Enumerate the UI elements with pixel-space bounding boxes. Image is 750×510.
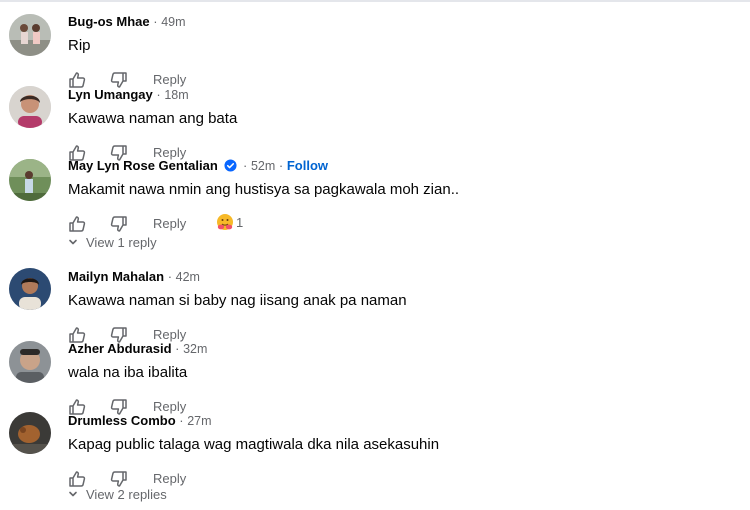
comment-text: wala na iba ibalita	[68, 364, 188, 381]
avatar[interactable]	[9, 341, 51, 383]
comment-text: Makamit nawa nmin ang hustisya sa pagkaw…	[68, 181, 460, 198]
avatar[interactable]	[9, 86, 51, 128]
comment-text: Rip	[68, 37, 91, 54]
timestamp[interactable]: 52m	[251, 159, 275, 173]
author-name[interactable]: Mailyn Mahalan	[68, 269, 164, 284]
author-name[interactable]: Lyn Umangay	[68, 87, 153, 102]
timestamp[interactable]: 42m	[176, 270, 200, 284]
comment-header: May Lyn Rose Gentalian · 52m · Follow	[68, 157, 328, 175]
avatar[interactable]	[9, 14, 51, 56]
comment-header: Drumless Combo · 27m	[68, 412, 212, 430]
verified-badge-icon	[224, 159, 237, 172]
chevron-down-icon	[69, 491, 77, 497]
comment-header: Azher Abdurasid · 32m	[68, 340, 207, 358]
view-replies-label: View 1 reply	[86, 235, 157, 250]
thumbs-up-icon[interactable]	[68, 470, 86, 488]
timestamp[interactable]: 49m	[161, 15, 185, 29]
reaction-summary[interactable]: 1	[216, 213, 243, 233]
avatar[interactable]	[9, 159, 51, 201]
comment-header: Bug-os Mhae · 49m	[68, 13, 186, 31]
separator: ·	[152, 87, 165, 102]
reply-button[interactable]: Reply	[153, 216, 186, 232]
comment-header: Mailyn Mahalan · 42m	[68, 268, 200, 286]
separator: ·	[171, 341, 184, 356]
timestamp[interactable]: 18m	[164, 88, 188, 102]
author-name[interactable]: Bug-os Mhae	[68, 14, 150, 29]
reply-button[interactable]: Reply	[153, 471, 186, 487]
avatar[interactable]	[9, 412, 51, 454]
view-replies-label: View 2 replies	[86, 487, 167, 502]
separator: ·	[275, 158, 287, 173]
separator: ·	[175, 413, 188, 428]
separator: ·	[149, 14, 162, 29]
view-replies-link[interactable]: View 2 replies	[68, 487, 167, 503]
avatar[interactable]	[9, 268, 51, 310]
view-replies-link[interactable]: View 1 reply	[68, 235, 157, 251]
comment-header: Lyn Umangay · 18m	[68, 86, 189, 104]
separator: ·	[164, 269, 176, 284]
thumbs-down-icon[interactable]	[110, 470, 128, 488]
author-name[interactable]: May Lyn Rose Gentalian	[68, 158, 218, 173]
comment-text: Kawawa naman ang bata	[68, 110, 238, 127]
top-divider	[0, 0, 750, 2]
reaction-count: 1	[236, 214, 244, 230]
chevron-down-icon	[69, 239, 77, 245]
author-name[interactable]: Drumless Combo	[68, 413, 176, 428]
comment-text: Kapag public talaga wag magtiwala dka ni…	[68, 436, 440, 453]
timestamp[interactable]: 32m	[183, 342, 207, 356]
thumbs-up-icon[interactable]	[68, 215, 86, 233]
separator: ·	[239, 158, 251, 173]
thumbs-down-icon[interactable]	[110, 215, 128, 233]
comment-text: Kawawa naman si baby nag iisang anak pa …	[68, 292, 407, 309]
timestamp[interactable]: 27m	[187, 414, 211, 428]
follow-button[interactable]: Follow	[287, 158, 328, 173]
hug-emoji-icon	[217, 214, 233, 230]
author-name[interactable]: Azher Abdurasid	[68, 341, 172, 356]
